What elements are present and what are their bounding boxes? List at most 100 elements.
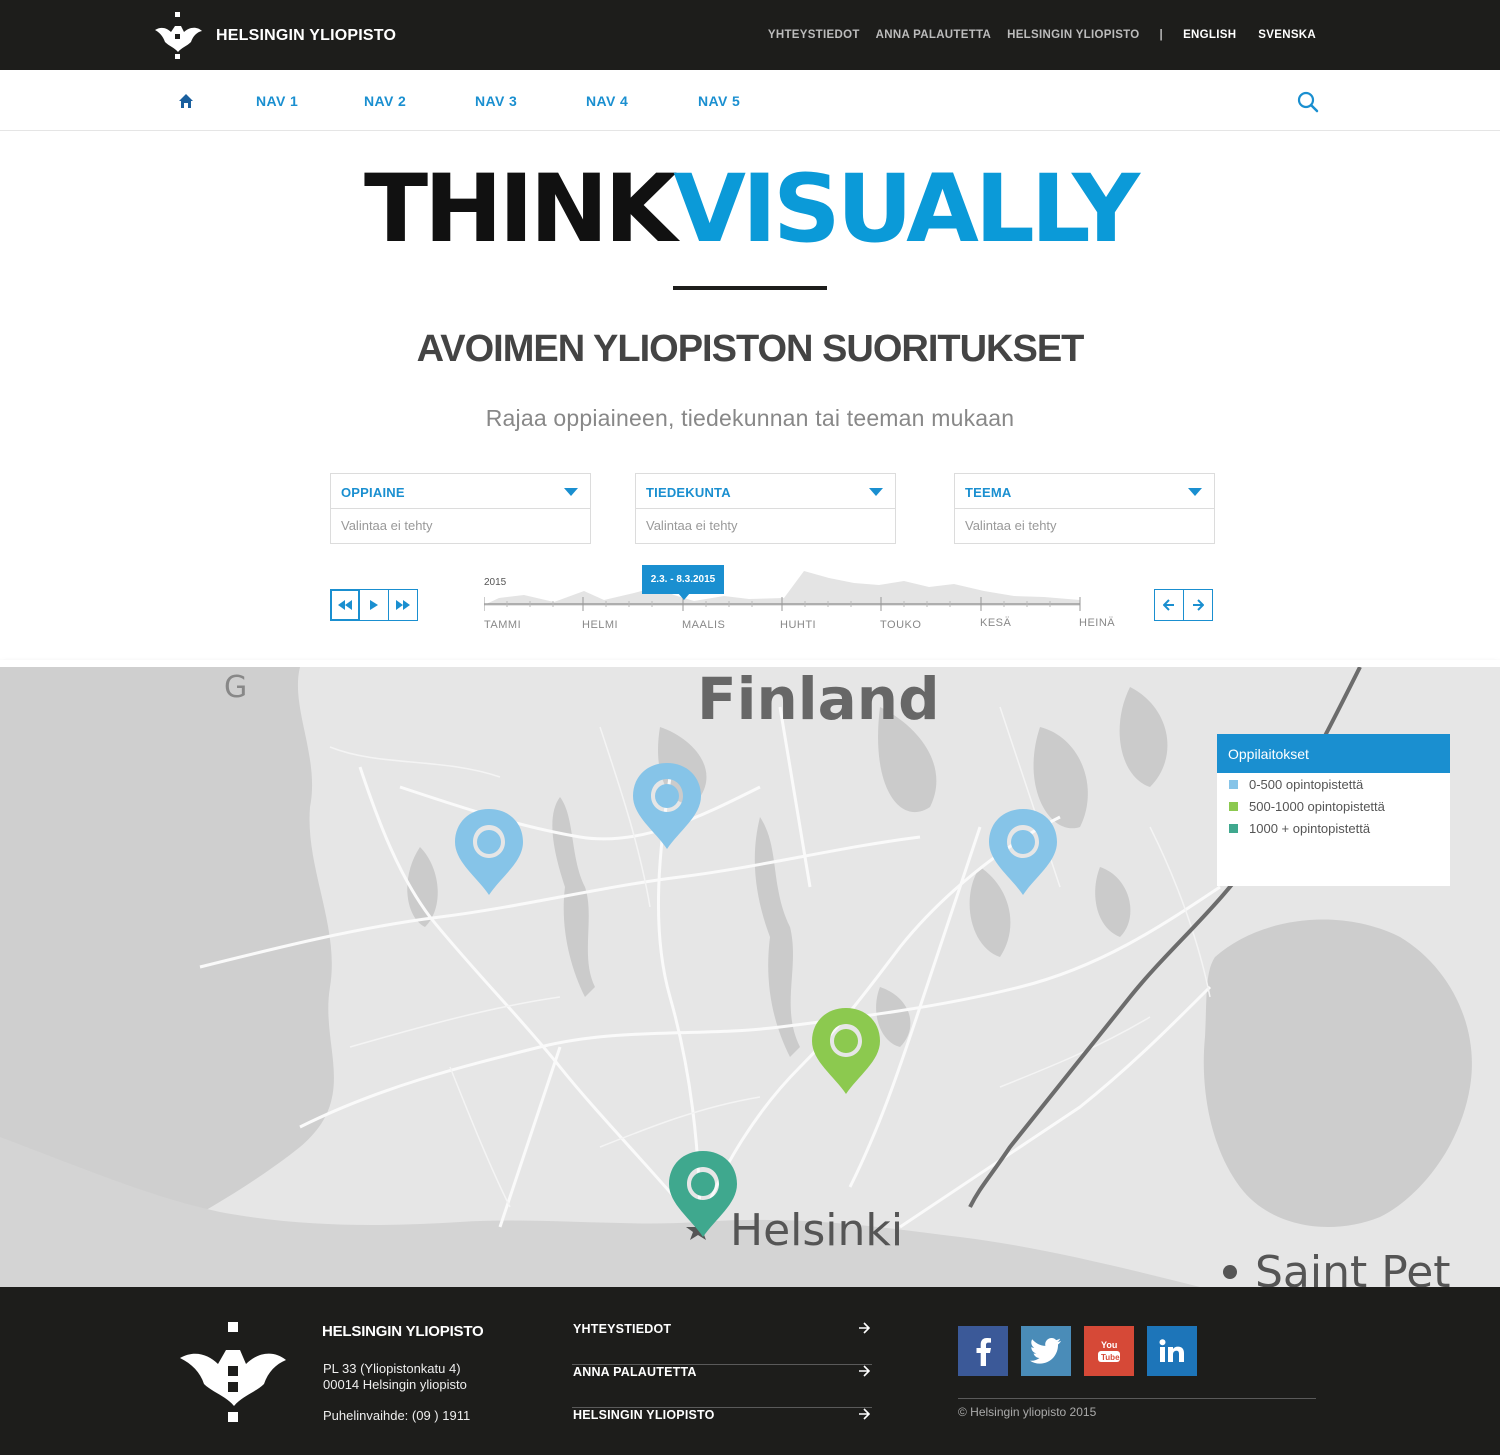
step-controls <box>1154 589 1213 621</box>
filter-oppiaine-value[interactable]: Valintaa ei tehty <box>331 509 590 542</box>
timeline-handle[interactable] <box>678 593 690 600</box>
filter-teema-header[interactable]: TEEMA <box>955 474 1214 509</box>
footer-link-label: HELSINGIN YLIOPISTO <box>573 1408 715 1422</box>
legend-swatch <box>1229 823 1238 833</box>
youtube-icon: You Tube <box>1098 1340 1120 1362</box>
legend-item[interactable]: 500-1000 opintopistettä <box>1229 795 1450 817</box>
playback-controls <box>330 589 418 621</box>
footer-address-line: PL 33 (Yliopistonkatu 4) <box>323 1361 461 1376</box>
hero-title: THINKVISUALLY <box>0 155 1500 265</box>
main-nav: NAV 1 NAV 2 NAV 3 NAV 4 NAV 5 <box>0 70 1500 131</box>
month-label: HEINÄ <box>1079 617 1116 629</box>
nav-item-5[interactable]: NAV 5 <box>698 93 740 109</box>
filter-oppiaine[interactable]: OPPIAINE Valintaa ei tehty <box>330 473 591 544</box>
map-marker-pin-icon[interactable] <box>453 807 525 897</box>
map-label-helsinki: Helsinki <box>730 1205 903 1256</box>
nav-item-2[interactable]: NAV 2 <box>364 93 406 109</box>
legend-item[interactable]: 0-500 opintopistettä <box>1229 773 1450 795</box>
month-label: TAMMI <box>484 619 522 631</box>
youtube-button[interactable]: You Tube <box>1084 1326 1134 1376</box>
svg-text:You: You <box>1101 1340 1117 1350</box>
utility-link-contact[interactable]: YHTEYSTIEDOT <box>768 29 860 41</box>
chevron-down-icon[interactable] <box>564 488 578 496</box>
rewind-button[interactable] <box>330 589 360 621</box>
utility-link-feedback[interactable]: ANNA PALAUTETTA <box>876 29 991 41</box>
facebook-button[interactable] <box>958 1326 1008 1376</box>
map-label-partial: G <box>224 670 247 705</box>
filter-tiedekunta-header[interactable]: TIEDEKUNTA <box>636 474 895 509</box>
search-icon[interactable] <box>1297 91 1319 113</box>
footer-address-line: 00014 Helsingin yliopisto <box>323 1377 467 1392</box>
nav-item-4[interactable]: NAV 4 <box>586 93 628 109</box>
footer-brand: HELSINGIN YLIOPISTO <box>322 1323 484 1340</box>
footer-link-feedback[interactable]: ANNA PALAUTETTA <box>572 1365 872 1408</box>
language-svenska[interactable]: SVENSKA <box>1258 29 1316 41</box>
footer-link-label: YHTEYSTIEDOT <box>573 1322 672 1336</box>
month-label: MAALIS <box>682 619 726 631</box>
fast-forward-icon <box>396 600 410 610</box>
legend-item[interactable]: 1000 + opintopistettä <box>1229 817 1450 839</box>
timeline-selected-range[interactable]: 2.3. - 8.3.2015 <box>642 565 724 594</box>
university-logo-icon[interactable] <box>178 1322 288 1424</box>
next-week-button[interactable] <box>1183 589 1213 621</box>
arrow-right-icon <box>1193 599 1204 611</box>
arrow-right-icon <box>859 1322 870 1334</box>
footer-copyright: © Helsingin yliopisto 2015 <box>958 1405 1097 1419</box>
map-marker-pin-icon[interactable] <box>987 807 1059 897</box>
month-label: HELMI <box>582 619 619 631</box>
utility-links: YHTEYSTIEDOT ANNA PALAUTETTA HELSINGIN Y… <box>768 29 1316 41</box>
language-english[interactable]: ENGLISH <box>1183 29 1236 41</box>
home-icon[interactable] <box>178 93 194 109</box>
footer-divider <box>958 1398 1316 1399</box>
hero-title-visually: VISUALLY <box>673 155 1140 264</box>
nav-item-1[interactable]: NAV 1 <box>256 93 298 109</box>
month-label: TOUKO <box>880 619 922 631</box>
month-label: KESÄ <box>980 617 1012 629</box>
hero-divider <box>673 286 827 290</box>
nav-item-3[interactable]: NAV 3 <box>475 93 517 109</box>
arrow-right-icon <box>859 1408 870 1420</box>
legend-label: 500-1000 opintopistettä <box>1249 798 1385 814</box>
facebook-icon <box>976 1338 991 1366</box>
brand-name[interactable]: HELSINGIN YLIOPISTO <box>216 27 396 45</box>
footer-phone: Puhelinvaihde: (09 ) 1911 <box>323 1408 471 1423</box>
legend-swatch <box>1229 801 1238 811</box>
month-label: HUHTI <box>780 619 817 631</box>
arrow-left-icon <box>1163 599 1174 611</box>
filter-tiedekunta-value[interactable]: Valintaa ei tehty <box>636 509 895 542</box>
filter-oppiaine-header[interactable]: OPPIAINE <box>331 474 590 509</box>
twitter-icon <box>1030 1338 1061 1364</box>
play-button[interactable] <box>359 589 389 621</box>
map-marker-pin-icon[interactable] <box>631 761 703 851</box>
chevron-down-icon[interactable] <box>869 488 883 496</box>
filter-oppiaine-label: OPPIAINE <box>341 485 405 500</box>
legend-title: Oppilaitokset <box>1217 734 1450 773</box>
top-bar: HELSINGIN YLIOPISTO YHTEYSTIEDOT ANNA PA… <box>0 0 1500 70</box>
university-logo-icon[interactable] <box>153 12 203 60</box>
page-subtitle: AVOIMEN YLIOPISTON SUORITUKSET <box>416 328 1085 370</box>
footer-address: PL 33 (Yliopistonkatu 4) 00014 Helsingin… <box>323 1361 467 1393</box>
footer: HELSINGIN YLIOPISTO PL 33 (Yliopistonkat… <box>0 1287 1500 1455</box>
linkedin-button[interactable] <box>1147 1326 1197 1376</box>
twitter-button[interactable] <box>1021 1326 1071 1376</box>
map-marker-pin-icon[interactable] <box>667 1149 739 1239</box>
utility-link-university[interactable]: HELSINGIN YLIOPISTO <box>1007 29 1139 41</box>
legend-label: 0-500 opintopistettä <box>1249 776 1364 792</box>
legend-swatch <box>1229 779 1238 789</box>
chevron-down-icon[interactable] <box>1188 488 1202 496</box>
linkedin-icon <box>1159 1339 1184 1362</box>
previous-week-button[interactable] <box>1154 589 1184 621</box>
filter-teema-label: TEEMA <box>965 485 1012 500</box>
arrow-right-icon <box>859 1365 870 1377</box>
filter-tiedekunta[interactable]: TIEDEKUNTA Valintaa ei tehty <box>635 473 896 544</box>
filter-instructions: Rajaa oppiaineen, tiedekunnan tai teeman… <box>485 405 1015 431</box>
footer-link-contact[interactable]: YHTEYSTIEDOT <box>572 1322 872 1365</box>
map-marker-pin-icon[interactable] <box>810 1006 882 1096</box>
filter-teema[interactable]: TEEMA Valintaa ei tehty <box>954 473 1215 544</box>
filter-tiedekunta-label: TIEDEKUNTA <box>646 485 731 500</box>
footer-link-university[interactable]: HELSINGIN YLIOPISTO <box>572 1408 872 1451</box>
city-dot <box>1223 1265 1237 1279</box>
filter-teema-value[interactable]: Valintaa ei tehty <box>955 509 1214 542</box>
map-label-saint-petersburg: Saint Pet <box>1255 1247 1451 1287</box>
fast-forward-button[interactable] <box>388 589 418 621</box>
